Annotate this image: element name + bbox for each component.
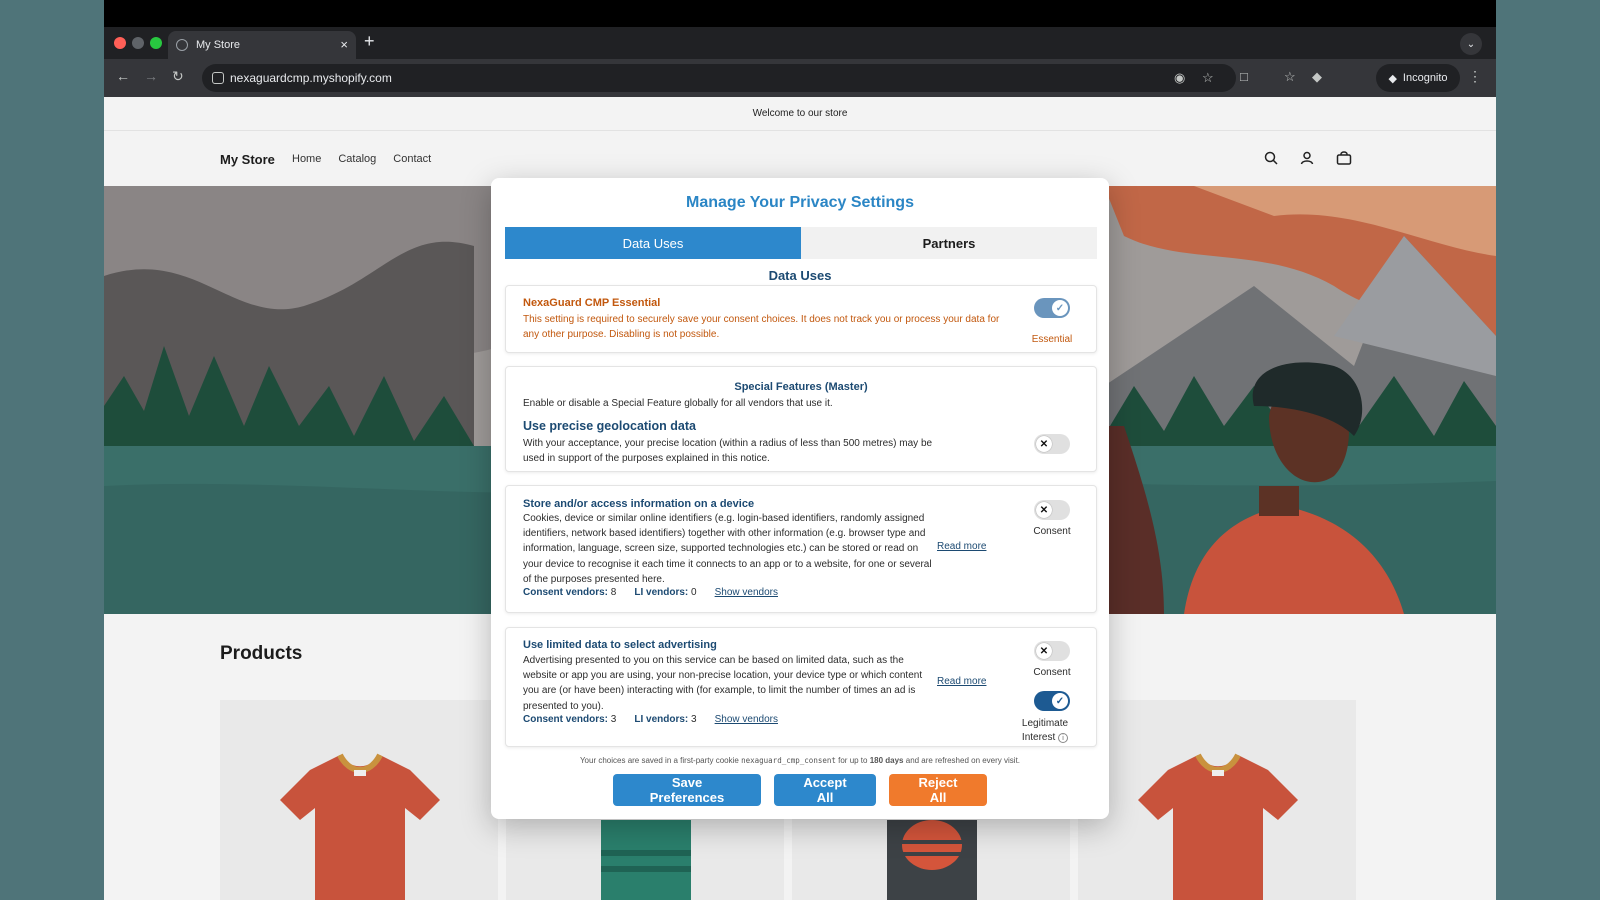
essential-card: NexaGuard CMP Essential This setting is … (505, 285, 1097, 353)
info-icon[interactable]: i (1058, 733, 1069, 743)
reject-all-button[interactable]: Reject All (889, 774, 987, 806)
li-vendors: LI vendors: 3 (634, 714, 697, 725)
legitimate-interest-toggle[interactable]: ✓ (1034, 691, 1070, 711)
close-window-dot[interactable] (114, 37, 126, 49)
purpose-card-store-access: Store and/or access information on a dev… (505, 485, 1097, 613)
modal-tabs: Data Uses Partners (505, 227, 1097, 259)
red-tshirt-image (1138, 753, 1298, 900)
tab-title: My Store (196, 39, 241, 51)
essential-label: Essential (1031, 334, 1073, 345)
new-tab-button[interactable]: + (364, 31, 375, 52)
consent-vendors: Consent vendors: 3 (523, 714, 617, 725)
header-icons (1264, 151, 1352, 165)
cookie-note: Your choices are saved in a first-party … (579, 756, 1021, 765)
cart-bag-icon[interactable] (1336, 151, 1352, 165)
consent-label: Consent (1033, 667, 1071, 678)
back-arrow-icon[interactable]: ← (116, 68, 130, 84)
x-icon: ✕ (1036, 502, 1052, 518)
product-card[interactable] (1078, 700, 1356, 900)
extensions-icon[interactable]: □ (1240, 69, 1248, 84)
store-logo[interactable]: My Store (220, 152, 275, 167)
vendor-stats: Consent vendors: 3 LI vendors: 3 Show ve… (523, 714, 778, 725)
consent-toggle[interactable]: ✕ (1034, 500, 1070, 520)
show-vendors-link[interactable]: Show vendors (715, 587, 778, 598)
modal-title: Manage Your Privacy Settings (686, 194, 914, 211)
tab-close-icon[interactable]: × (340, 37, 348, 52)
reload-icon[interactable]: ↻ (172, 68, 184, 85)
red-tshirt-image (280, 753, 440, 900)
special-features-card: Special Features (Master) Enable or disa… (505, 366, 1097, 472)
nav-home[interactable]: Home (292, 153, 321, 165)
special-features-description: Enable or disable a Special Feature glob… (523, 398, 833, 409)
geolocation-toggle[interactable]: ✕ (1034, 434, 1070, 454)
check-icon: ✓ (1052, 693, 1068, 709)
x-icon: ✕ (1036, 643, 1052, 659)
purpose-description: Advertising presented to you on this ser… (523, 655, 923, 712)
vendor-stats: Consent vendors: 8 LI vendors: 0 Show ve… (523, 587, 778, 598)
x-icon: ✕ (1036, 436, 1052, 452)
eye-off-icon[interactable]: ◉ (1174, 70, 1185, 86)
accept-all-button[interactable]: Accept All (774, 774, 876, 806)
incognito-badge[interactable]: ◆ Incognito (1376, 64, 1460, 92)
url-text: nexaguardcmp.myshopify.com (230, 71, 392, 85)
top-strip (104, 0, 1496, 27)
privacy-modal: Manage Your Privacy Settings Data Uses P… (491, 178, 1109, 819)
browser-tab[interactable]: My Store × (168, 31, 356, 59)
geolocation-title: Use precise geolocation data (523, 419, 696, 433)
site-settings-icon[interactable] (212, 72, 224, 84)
incognito-profile-icon[interactable]: ◆ (1312, 69, 1322, 85)
browser-menu-icon[interactable]: ⋮ (1468, 68, 1482, 85)
tab-bar: My Store × + ⌄ (104, 27, 1496, 59)
consent-toggle[interactable]: ✕ (1034, 641, 1070, 661)
purpose-description: Cookies, device or similar online identi… (523, 513, 932, 585)
section-heading: Data Uses (768, 268, 832, 283)
account-icon[interactable] (1300, 151, 1314, 165)
check-icon: ✓ (1052, 300, 1068, 316)
tab-search-chevron-icon[interactable]: ⌄ (1460, 33, 1482, 55)
tab-partners[interactable]: Partners (801, 227, 1097, 259)
read-more-link[interactable]: Read more (937, 676, 986, 687)
consent-vendors: Consent vendors: 8 (523, 587, 617, 598)
product-card[interactable] (220, 700, 498, 900)
legitimate-interest-label: Legitimate Interest i (1021, 718, 1069, 743)
essential-description: This setting is required to securely sav… (523, 314, 1000, 341)
incognito-label: Incognito (1402, 72, 1448, 84)
geolocation-description: With your acceptance, your precise locat… (523, 438, 933, 465)
nav-catalog[interactable]: Catalog (338, 153, 376, 165)
purpose-title: Use limited data to select advertising (523, 639, 717, 651)
special-features-heading: Special Features (Master) (734, 381, 868, 393)
address-bar[interactable]: nexaguardcmp.myshopify.com ◉ ☆ (202, 64, 1236, 92)
minimize-window-dot[interactable] (132, 37, 144, 49)
essential-toggle: ✓ (1034, 298, 1070, 318)
essential-title: NexaGuard CMP Essential (523, 297, 661, 309)
consent-label: Consent (1033, 526, 1071, 537)
purpose-card-limited-advertising: Use limited data to select advertising A… (505, 627, 1097, 747)
store-nav: Home Catalog Contact (292, 153, 431, 165)
nav-contact[interactable]: Contact (393, 153, 431, 165)
announcement-bar: Welcome to our store (104, 97, 1496, 131)
purpose-title: Store and/or access information on a dev… (523, 498, 755, 510)
globe-icon (176, 39, 188, 51)
products-heading: Products (220, 643, 303, 664)
incognito-icon: ◆ (1388, 72, 1397, 85)
save-preferences-button[interactable]: Save Preferences (613, 774, 761, 806)
search-icon[interactable] (1264, 151, 1278, 165)
browser-toolbar: ← → ↻ nexaguardcmp.myshopify.com ◉ ☆ □ ☆… (104, 59, 1496, 97)
li-vendors: LI vendors: 0 (634, 587, 697, 598)
modal-actions: Save Preferences Accept All Reject All (491, 774, 1109, 806)
reading-list-icon[interactable]: ☆ (1284, 69, 1296, 85)
read-more-link[interactable]: Read more (937, 541, 986, 552)
show-vendors-link[interactable]: Show vendors (715, 714, 778, 725)
bookmark-star-icon[interactable]: ☆ (1202, 70, 1214, 86)
forward-arrow-icon[interactable]: → (144, 68, 158, 84)
maximize-window-dot[interactable] (150, 37, 162, 49)
tab-data-uses[interactable]: Data Uses (505, 227, 801, 259)
